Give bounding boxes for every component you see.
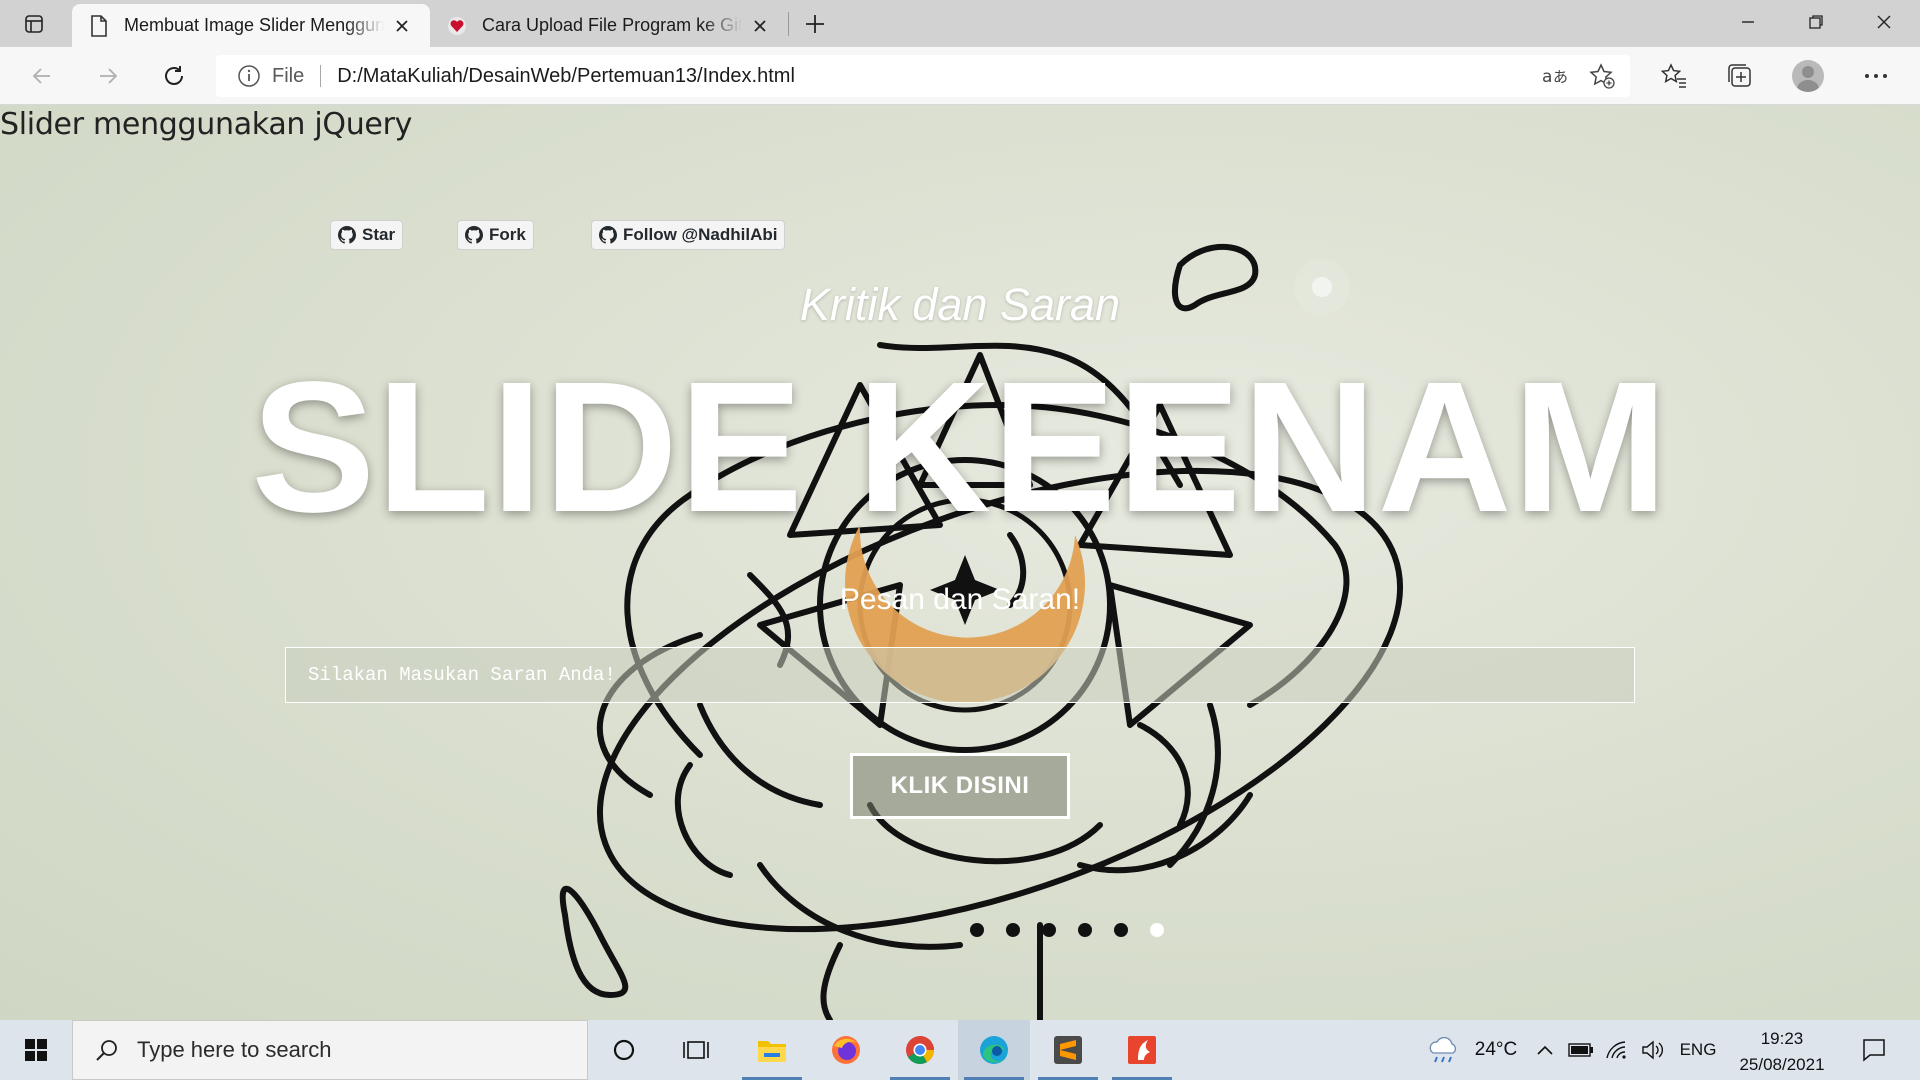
back-button[interactable] xyxy=(22,56,62,96)
slider-pagination xyxy=(970,923,1164,937)
browser-toolbar: File D:/MataKuliah/DesainWeb/Pertemuan13… xyxy=(0,47,1920,105)
foxit-reader-icon[interactable] xyxy=(1106,1020,1178,1080)
page-icon xyxy=(88,14,110,37)
tab-actions-icon xyxy=(25,15,43,33)
close-icon[interactable] xyxy=(390,14,414,38)
minimize-button[interactable] xyxy=(1714,0,1782,44)
more-button[interactable] xyxy=(1856,56,1896,96)
chrome-icon[interactable] xyxy=(884,1020,956,1080)
github-follow-button[interactable]: Follow @NadhilAbi xyxy=(591,220,786,250)
volume-icon[interactable] xyxy=(1638,1020,1668,1080)
github-icon xyxy=(465,226,483,244)
add-favorite-icon[interactable] xyxy=(1582,56,1622,96)
address-scheme-label: File xyxy=(272,64,305,87)
github-fork-label: Fork xyxy=(489,225,526,244)
cortana-icon[interactable] xyxy=(588,1020,660,1080)
github-star-button[interactable]: Star xyxy=(330,220,404,250)
back-icon xyxy=(32,68,50,84)
github-fork-button[interactable]: Fork xyxy=(457,220,534,250)
wifi-icon[interactable] xyxy=(1602,1020,1632,1080)
chevron-up-icon[interactable] xyxy=(1530,1020,1560,1080)
clock-date: 25/08/2021 xyxy=(1739,1055,1825,1074)
slide-dot-2[interactable] xyxy=(1006,923,1020,937)
file-explorer-icon[interactable] xyxy=(736,1020,808,1080)
favorites-button[interactable] xyxy=(1654,56,1694,96)
collections-button[interactable] xyxy=(1720,56,1760,96)
window-close-icon xyxy=(1877,15,1891,29)
more-icon xyxy=(1865,74,1887,78)
info-icon[interactable] xyxy=(236,63,262,89)
slide-dot-1[interactable] xyxy=(970,923,984,937)
collections-icon xyxy=(1728,64,1751,87)
system-clock[interactable]: 19:23 25/08/2021 xyxy=(1722,1026,1842,1078)
tab-separator xyxy=(788,12,789,36)
refresh-icon xyxy=(165,66,183,85)
firefox-icon[interactable] xyxy=(810,1020,882,1080)
feedback-input[interactable] xyxy=(285,647,1635,703)
slide-dot-5[interactable] xyxy=(1114,923,1128,937)
tab-actions-button[interactable] xyxy=(16,10,52,38)
github-icon xyxy=(338,226,356,244)
slide-dot-6[interactable] xyxy=(1150,923,1164,937)
slide-dot-4[interactable] xyxy=(1078,923,1092,937)
new-tab-button[interactable] xyxy=(798,8,832,40)
profile-button[interactable] xyxy=(1788,56,1828,96)
address-url[interactable]: D:/MataKuliah/DesainWeb/Pertemuan13/Inde… xyxy=(337,65,1534,88)
restore-icon xyxy=(1809,15,1823,29)
language-indicator[interactable]: ENG xyxy=(1674,1020,1722,1080)
slide-title: SLIDE KEENAM xyxy=(251,344,1669,551)
window-close-button[interactable] xyxy=(1850,0,1918,44)
read-aloud-icon[interactable]: aあ xyxy=(1534,56,1574,96)
profile-icon xyxy=(1792,60,1824,92)
close-icon[interactable] xyxy=(748,14,772,38)
refresh-button[interactable] xyxy=(154,56,194,96)
svg-text:a: a xyxy=(1542,67,1552,87)
battery-icon[interactable] xyxy=(1566,1020,1596,1080)
edge-icon[interactable] xyxy=(958,1020,1030,1080)
heart-page-icon xyxy=(446,15,468,37)
restore-button[interactable] xyxy=(1782,0,1850,44)
page-viewport: Slider menggunakan jQuery Star Fork Foll… xyxy=(0,105,1920,1020)
tab-title: Membuat Image Slider Menggunakan jQuery xyxy=(124,15,384,35)
slide-dot-3[interactable] xyxy=(1042,923,1056,937)
browser-tabstrip: Membuat Image Slider Menggunakan jQuery … xyxy=(0,0,1920,47)
slide-background-image xyxy=(559,243,1403,1020)
github-icon xyxy=(599,226,617,244)
github-star-label: Star xyxy=(362,225,396,244)
favorites-icon xyxy=(1660,63,1686,88)
forward-icon xyxy=(100,68,118,84)
feedback-label: Pesan dan Saran! xyxy=(839,583,1081,616)
search-icon xyxy=(91,1034,123,1066)
submit-button[interactable]: KLIK DISINI xyxy=(850,753,1070,819)
address-divider xyxy=(320,65,322,87)
page-heading: Slider menggunakan jQuery xyxy=(0,107,413,142)
taskbar-search[interactable]: Type here to search xyxy=(72,1020,588,1080)
windows-taskbar: Type here to search 24°C ENG 19:23 25/08… xyxy=(0,1020,1920,1080)
search-placeholder: Type here to search xyxy=(137,1037,332,1062)
new-tab-icon xyxy=(806,15,824,33)
forward-button[interactable] xyxy=(88,56,128,96)
github-follow-label: Follow @NadhilAbi xyxy=(623,225,778,244)
sublime-text-icon[interactable] xyxy=(1032,1020,1104,1080)
clock-time: 19:23 xyxy=(1760,1029,1804,1048)
tab-title: Cara Upload File Program ke GitHub xyxy=(482,15,742,35)
windows-logo-icon xyxy=(25,1039,47,1061)
slide-subtitle: Kritik dan Saran xyxy=(799,279,1121,330)
weather-temp[interactable]: 24°C xyxy=(1466,1020,1526,1080)
start-button[interactable] xyxy=(0,1020,72,1080)
minimize-icon xyxy=(1742,21,1754,23)
address-bar[interactable]: File D:/MataKuliah/DesainWeb/Pertemuan13… xyxy=(216,55,1630,97)
notification-center-icon[interactable] xyxy=(1846,1020,1902,1080)
task-view-icon[interactable] xyxy=(660,1020,732,1080)
tab-slider-page[interactable]: Membuat Image Slider Menggunakan jQuery xyxy=(72,4,430,47)
weather-icon[interactable] xyxy=(1414,1020,1472,1080)
svg-text:あ: あ xyxy=(1553,68,1567,86)
tab-github-upload[interactable]: Cara Upload File Program ke GitHub xyxy=(430,4,788,47)
